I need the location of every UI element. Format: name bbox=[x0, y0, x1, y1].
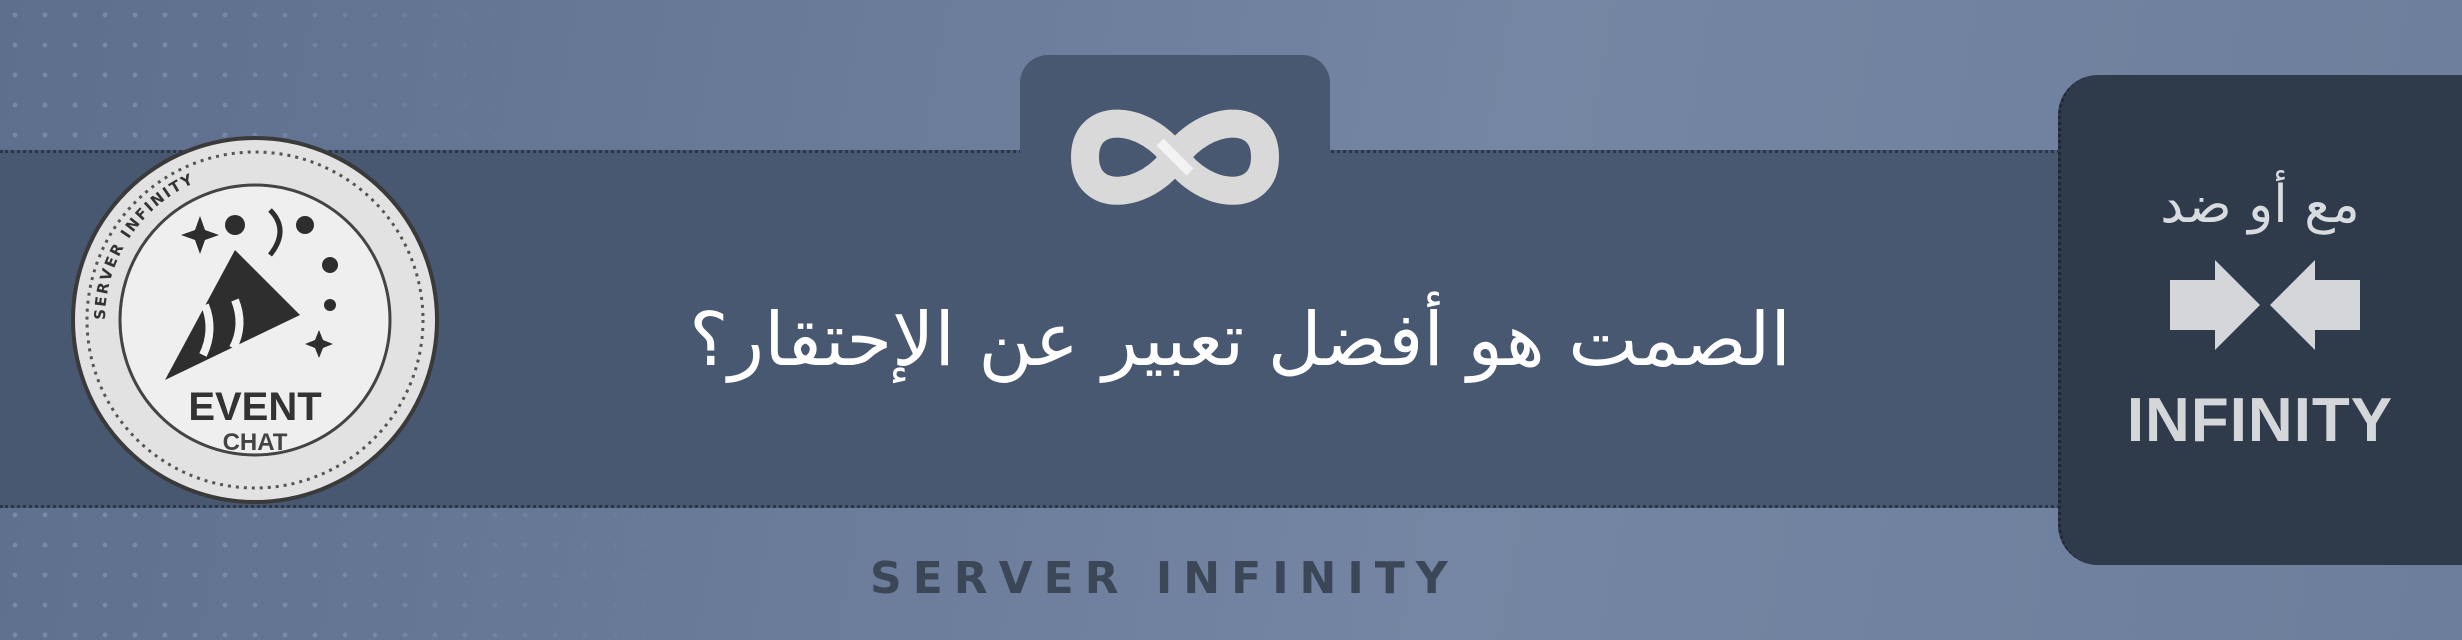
badge-title: EVENT bbox=[188, 385, 321, 429]
footer-text: SERVER INFINITY bbox=[870, 553, 1459, 604]
infinity-icon bbox=[1071, 109, 1279, 205]
side-brand: INFINITY bbox=[2126, 386, 2394, 455]
badge-subtitle: CHAT bbox=[223, 429, 288, 456]
dot-pattern-bottom bbox=[0, 500, 700, 640]
headline-text: الصمت هو أفضل تعبير عن الإحتقار؟ bbox=[689, 297, 1791, 383]
side-tagline: مع أو ضد bbox=[2160, 175, 2360, 235]
versus-arrows-icon bbox=[2170, 260, 2360, 350]
event-chat-badge: SERVER INFINITY EVENT CHAT bbox=[71, 136, 439, 504]
